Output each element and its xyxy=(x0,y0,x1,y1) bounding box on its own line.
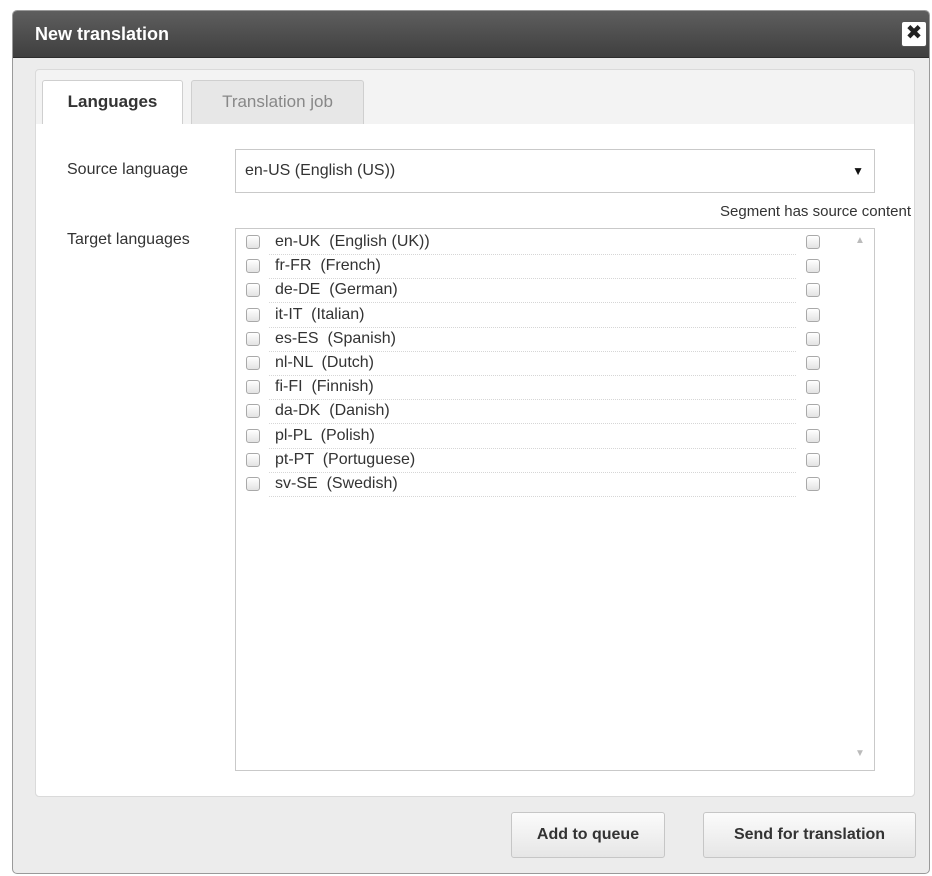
segment-has-source-checkbox[interactable] xyxy=(806,283,820,298)
segment-has-source-header: Segment has source content xyxy=(720,203,911,220)
target-language-label: it-IT (Italian) xyxy=(275,305,365,323)
target-language-checkbox[interactable] xyxy=(246,380,260,395)
target-language-checkbox[interactable] xyxy=(246,307,260,322)
target-language-checkbox[interactable] xyxy=(246,477,260,491)
list-scrollbar[interactable]: ▲ ▼ xyxy=(846,229,874,770)
list-item[interactable]: de-DE (German) xyxy=(236,279,826,304)
segment-has-source-checkbox[interactable] xyxy=(806,235,820,249)
target-language-checkbox[interactable] xyxy=(246,331,260,346)
list-item[interactable]: fr-FR (French) xyxy=(236,255,826,280)
target-language-label: fr-FR (French) xyxy=(275,257,381,275)
source-language-value: en-US (English (US)) xyxy=(245,162,396,179)
languages-tab-content: Source language en-US (English (US)) ▼ S… xyxy=(36,124,914,796)
target-language-label: es-ES (Spanish) xyxy=(275,329,396,347)
target-language-label: fi-FI (Finnish) xyxy=(275,378,374,396)
list-item[interactable]: en-UK (English (UK)) xyxy=(236,231,826,255)
target-language-label: da-DK (Danish) xyxy=(275,402,390,420)
tab-translation-job[interactable]: Translation job xyxy=(191,80,364,124)
scroll-up-icon[interactable]: ▲ xyxy=(852,235,868,249)
list-item[interactable]: es-ES (Spanish) xyxy=(236,328,826,352)
dialog-title: New translation xyxy=(35,24,170,44)
close-button[interactable]: ✖ xyxy=(901,21,927,47)
target-languages-label: Target languages xyxy=(67,231,190,248)
segment-has-source-checkbox[interactable] xyxy=(806,331,820,346)
target-language-checkbox[interactable] xyxy=(246,259,260,274)
target-language-checkbox[interactable] xyxy=(246,404,260,419)
target-language-label: pt-PT (Portuguese) xyxy=(275,450,416,468)
send-for-translation-button[interactable]: Send for translation xyxy=(703,812,916,858)
segment-has-source-checkbox[interactable] xyxy=(806,452,820,467)
tab-panel: Languages Translation job Source languag… xyxy=(35,69,915,797)
segment-has-source-checkbox[interactable] xyxy=(806,307,820,322)
new-translation-dialog: New translation ✖ Languages Translation … xyxy=(12,10,930,874)
segment-has-source-checkbox[interactable] xyxy=(806,404,820,419)
list-item[interactable]: sv-SE (Swedish) xyxy=(236,473,826,497)
source-language-label: Source language xyxy=(67,161,188,178)
target-language-checkbox[interactable] xyxy=(246,452,260,467)
chevron-down-icon: ▼ xyxy=(852,164,864,178)
segment-has-source-checkbox[interactable] xyxy=(806,259,820,274)
list-item[interactable]: nl-NL (Dutch) xyxy=(236,352,826,376)
row-divider xyxy=(269,496,796,497)
tab-bar: Languages Translation job xyxy=(36,70,914,125)
target-language-checkbox[interactable] xyxy=(246,283,260,298)
target-languages-list[interactable]: en-UK (English (UK)) fr-FR (French) de-DE … xyxy=(235,228,875,771)
target-language-label: pl-PL (Polish) xyxy=(275,426,375,444)
segment-has-source-checkbox[interactable] xyxy=(806,477,820,491)
segment-has-source-checkbox[interactable] xyxy=(806,428,820,443)
segment-has-source-checkbox[interactable] xyxy=(806,380,820,395)
source-language-select[interactable]: en-US (English (US)) ▼ xyxy=(235,149,875,193)
segment-has-source-checkbox[interactable] xyxy=(806,356,820,370)
target-language-checkbox[interactable] xyxy=(246,356,260,370)
target-language-checkbox[interactable] xyxy=(246,235,260,249)
close-icon: ✖ xyxy=(905,22,923,44)
target-language-label: de-DE (German) xyxy=(275,281,398,299)
target-language-checkbox[interactable] xyxy=(246,428,260,443)
dialog-titlebar[interactable]: New translation ✖ xyxy=(13,11,929,58)
list-item[interactable]: it-IT (Italian) xyxy=(236,304,826,328)
list-item[interactable]: pt-PT (Portuguese) xyxy=(236,449,826,473)
add-to-queue-button[interactable]: Add to queue xyxy=(511,812,665,858)
scroll-down-icon[interactable]: ▼ xyxy=(852,748,868,762)
target-language-label: nl-NL (Dutch) xyxy=(275,354,374,371)
list-item[interactable]: da-DK (Danish) xyxy=(236,400,826,425)
target-language-label: sv-SE (Swedish) xyxy=(275,475,398,492)
list-item[interactable]: pl-PL (Polish) xyxy=(236,425,826,449)
list-item[interactable]: fi-FI (Finnish) xyxy=(236,376,826,401)
target-language-label: en-UK (English (UK)) xyxy=(275,233,430,250)
tab-languages[interactable]: Languages xyxy=(42,80,183,125)
